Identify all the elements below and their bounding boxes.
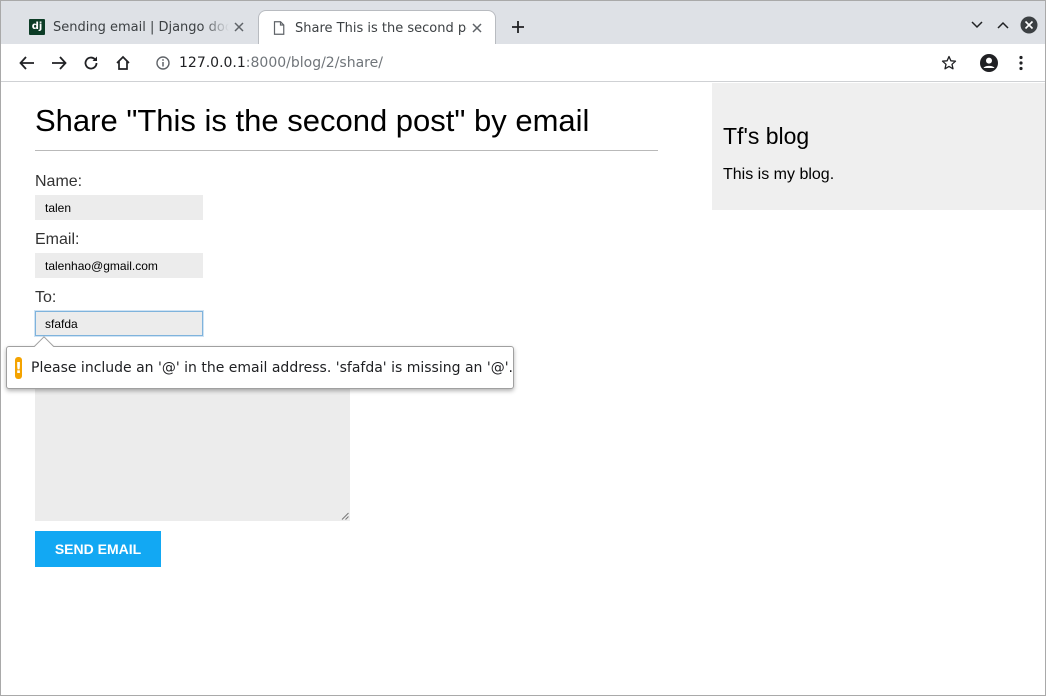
- to-label: To:: [35, 289, 57, 306]
- forward-button[interactable]: [47, 51, 71, 75]
- tab-title: Sending email | Django documentation: [53, 19, 229, 35]
- to-input[interactable]: sfafda: [35, 311, 203, 336]
- tab-django-docs[interactable]: dj Sending email | Django documentation: [17, 10, 257, 44]
- reload-button[interactable]: [79, 51, 103, 75]
- email-input[interactable]: talenhao@gmail.com: [35, 253, 203, 278]
- account-circle-icon: [980, 54, 998, 72]
- tab-search-button[interactable]: [966, 14, 988, 36]
- home-icon: [116, 55, 130, 70]
- star-icon: [941, 55, 957, 70]
- url-path: :8000/blog/2/share/: [245, 55, 383, 71]
- page-title: Share "This is the second post" by email: [35, 103, 590, 138]
- back-button[interactable]: [15, 51, 39, 75]
- address-bar[interactable]: 127.0.0.1:8000/blog/2/share/: [147, 49, 973, 77]
- maximize-button[interactable]: [992, 14, 1014, 36]
- url-text: 127.0.0.1:8000/blog/2/share/: [179, 55, 383, 71]
- plus-icon: [512, 21, 524, 33]
- close-window-button[interactable]: [1018, 14, 1040, 36]
- blog-title: Tf's blog: [723, 123, 810, 149]
- bookmark-button[interactable]: [937, 51, 961, 75]
- new-tab-button[interactable]: [507, 16, 529, 38]
- browser-toolbar: 127.0.0.1:8000/blog/2/share/: [1, 44, 1045, 82]
- email-label: Email:: [35, 231, 80, 248]
- profile-button[interactable]: [977, 51, 1001, 75]
- url-host: 127.0.0.1: [179, 55, 246, 71]
- name-label: Name:: [35, 173, 83, 190]
- tab-share-post[interactable]: Share This is the second post: [258, 10, 496, 45]
- send-email-button[interactable]: SEND EMAIL: [35, 531, 161, 567]
- warning-icon: !: [15, 356, 23, 379]
- tab-close-icon[interactable]: [467, 18, 487, 38]
- reload-icon: [84, 56, 98, 70]
- name-input[interactable]: talen: [35, 195, 203, 220]
- resize-handle-icon: [341, 512, 349, 520]
- menu-button[interactable]: [1009, 51, 1033, 75]
- django-favicon-icon: dj: [29, 19, 45, 35]
- browser-window: dj Sending email | Django documentation …: [0, 0, 1046, 696]
- tab-strip: dj Sending email | Django documentation …: [1, 1, 1045, 45]
- page-icon: [271, 20, 287, 36]
- info-icon[interactable]: [155, 55, 171, 71]
- chevron-up-icon: [997, 21, 1009, 29]
- arrow-left-icon: [19, 56, 34, 70]
- page-content: Share "This is the second post" by email…: [1, 83, 1045, 695]
- validation-bubble: ! Please include an '@' in the email add…: [6, 336, 514, 389]
- more-vert-icon: [1019, 55, 1023, 71]
- sidebar: Tf's blog This is my blog.: [712, 83, 1045, 210]
- comments-textarea[interactable]: [35, 383, 350, 521]
- close-circle-icon: [1020, 16, 1038, 34]
- bubble-arrow: [34, 336, 54, 356]
- tab-title: Share This is the second post: [295, 20, 467, 36]
- validation-message: Please include an '@' in the email addre…: [31, 359, 513, 376]
- arrow-right-icon: [52, 56, 67, 70]
- home-button[interactable]: [111, 51, 135, 75]
- chevron-down-icon: [971, 21, 983, 29]
- title-divider: [35, 150, 658, 151]
- tab-close-icon[interactable]: [229, 17, 249, 37]
- blog-description: This is my blog.: [723, 166, 835, 183]
